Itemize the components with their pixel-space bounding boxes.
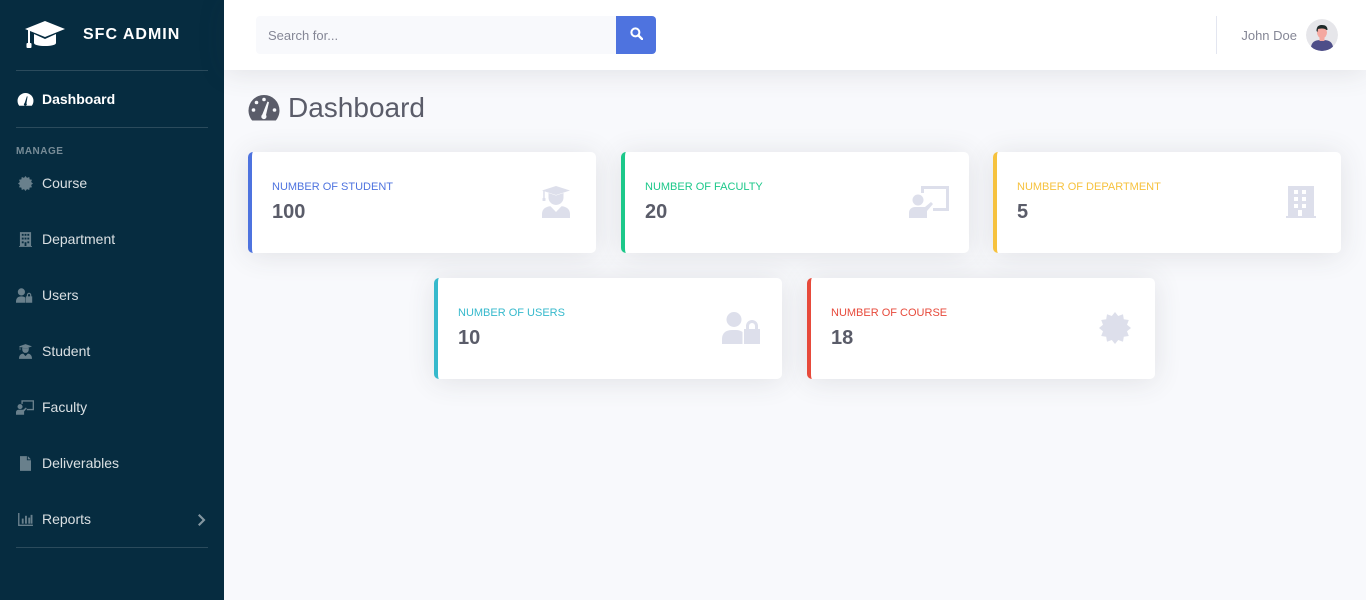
card-value: 10 xyxy=(458,327,481,349)
user-menu[interactable]: John Doe xyxy=(1241,19,1338,51)
user-name: John Doe xyxy=(1241,27,1297,43)
card-value: 18 xyxy=(831,327,854,349)
sidebar-item-label: Course xyxy=(42,175,88,191)
user-lock-icon xyxy=(16,287,34,303)
graduation-cap-icon xyxy=(25,19,65,51)
sidebar-item-deliverables[interactable]: Deliverables xyxy=(0,435,224,491)
topbar-divider xyxy=(1216,16,1217,54)
card-label: Number of Faculty xyxy=(645,181,763,193)
sidebar-item-label: Reports xyxy=(42,511,92,527)
sidebar-divider xyxy=(16,547,208,548)
tachometer-icon xyxy=(16,91,34,107)
stat-card-department: Number of Department 5 xyxy=(993,152,1341,253)
search-input[interactable] xyxy=(256,16,616,54)
card-label: Number of Users xyxy=(458,307,565,319)
sidebar-item-label: Deliverables xyxy=(42,455,120,471)
sidebar-item-faculty[interactable]: Faculty xyxy=(0,379,224,435)
sidebar-item-department[interactable]: Department xyxy=(0,211,224,267)
avatar xyxy=(1306,19,1338,51)
sidebar-item-label: Users xyxy=(42,287,79,303)
chalkboard-teacher-icon xyxy=(16,399,34,415)
brand-name: SFC ADMIN xyxy=(83,26,181,43)
certificate-icon xyxy=(1095,310,1135,346)
search-button[interactable] xyxy=(616,16,656,54)
card-value: 100 xyxy=(272,201,306,223)
tachometer-icon xyxy=(248,94,280,122)
sidebar-item-student[interactable]: Student xyxy=(0,323,224,379)
page-header: Dashboard xyxy=(248,92,425,124)
user-lock-icon xyxy=(722,310,762,346)
card-label: Number of Department xyxy=(1017,181,1161,193)
search-form xyxy=(256,16,656,54)
building-icon xyxy=(16,231,34,247)
file-icon xyxy=(16,455,34,471)
card-value: 20 xyxy=(645,201,668,223)
certificate-icon xyxy=(16,175,34,191)
stat-card-users: Number of Users 10 xyxy=(434,278,782,379)
user-graduate-icon xyxy=(536,184,576,220)
sidebar-item-users[interactable]: Users xyxy=(0,267,224,323)
stat-card-course: Number of Course 18 xyxy=(807,278,1155,379)
chart-bar-icon xyxy=(16,511,34,527)
topbar: John Doe xyxy=(224,0,1366,70)
chevron-right-icon xyxy=(198,513,208,526)
user-graduate-icon xyxy=(16,343,34,359)
sidebar-item-course[interactable]: Course xyxy=(0,155,224,211)
stat-card-student: Number of Student 100 xyxy=(248,152,596,253)
sidebar-item-label: Faculty xyxy=(42,399,88,415)
card-value: 5 xyxy=(1017,201,1029,223)
sidebar-item-label: Dashboard xyxy=(42,91,116,107)
page-title: Dashboard xyxy=(288,92,425,123)
sidebar: SFC ADMIN Dashboard MANAGE Course Depart… xyxy=(0,0,224,600)
search-icon xyxy=(629,27,643,43)
brand-link[interactable]: SFC ADMIN xyxy=(0,0,224,70)
card-label: Number of Student xyxy=(272,181,393,193)
building-icon xyxy=(1281,184,1321,220)
sidebar-item-dashboard[interactable]: Dashboard xyxy=(0,71,224,127)
stat-card-faculty: Number of Faculty 20 xyxy=(621,152,969,253)
sidebar-item-label: Student xyxy=(42,343,91,359)
card-label: Number of Course xyxy=(831,307,948,319)
sidebar-item-reports[interactable]: Reports xyxy=(0,491,224,547)
sidebar-item-label: Department xyxy=(42,231,116,247)
chalkboard-teacher-icon xyxy=(909,184,949,220)
